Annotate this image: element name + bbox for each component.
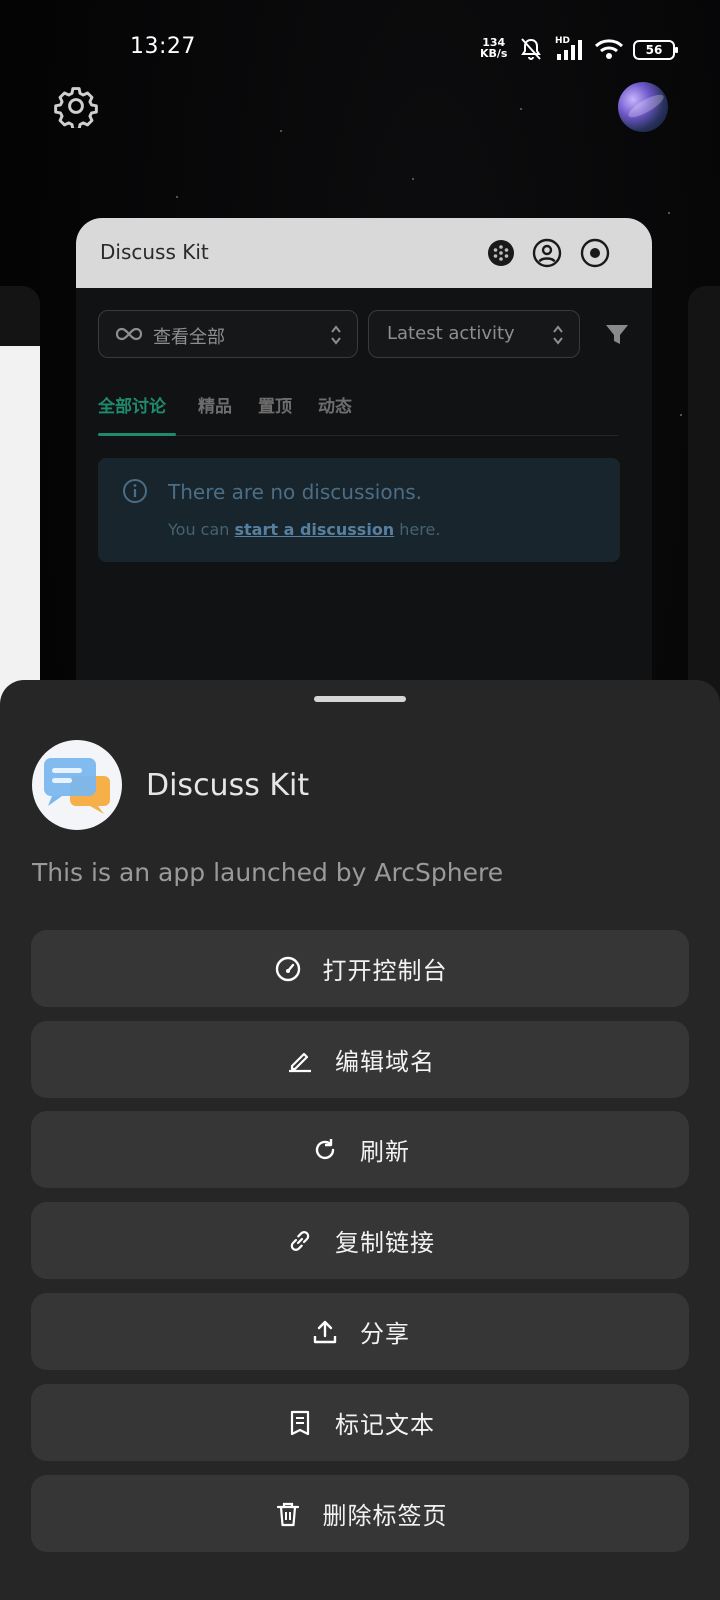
tab-all-discussions[interactable]: 全部讨论: [98, 392, 166, 417]
next-app-card[interactable]: [688, 286, 720, 706]
action-label: 复制链接: [335, 1229, 435, 1257]
action-label: 编辑域名: [335, 1048, 435, 1076]
refresh-button[interactable]: 刷新: [31, 1111, 689, 1188]
status-bar: 13:27 134 KB/s HD 56: [0, 28, 720, 72]
action-label: 刷新: [360, 1138, 410, 1166]
settings-gear-icon[interactable]: [54, 84, 98, 128]
sheet-app-name: Discuss Kit: [146, 768, 310, 803]
battery-level: 56: [645, 43, 663, 57]
action-label: 标记文本: [335, 1411, 435, 1439]
delete-tab-button[interactable]: 删除标签页: [31, 1475, 689, 1552]
record-icon[interactable]: [580, 238, 610, 268]
share-button[interactable]: 分享: [31, 1293, 689, 1370]
star-dot: [280, 130, 282, 132]
alert-text: You can start a discussion here.: [168, 520, 440, 539]
network-logo-icon[interactable]: [486, 238, 516, 268]
tab-featured[interactable]: 精品: [198, 392, 232, 417]
infinity-icon: [115, 327, 143, 341]
edit-domain-button[interactable]: 编辑域名: [31, 1021, 689, 1098]
sheet-app-description: This is an app launched by ArcSphere: [32, 858, 504, 887]
start-discussion-link[interactable]: start a discussion: [235, 520, 395, 539]
dashboard-icon: [273, 954, 303, 984]
mute-bell-icon: [521, 38, 541, 60]
trash-icon: [273, 1499, 303, 1529]
user-profile-icon[interactable]: [532, 238, 562, 268]
category-select-value: 查看全部: [153, 327, 225, 348]
edit-icon: [285, 1045, 315, 1075]
app-preview-card[interactable]: Discuss Kit 查看全部 Latest activity 全部讨论 精品…: [76, 218, 652, 718]
network-speed-unit: KB/s: [480, 47, 508, 60]
discussion-tabs: 全部讨论 精品 置顶 动态: [98, 392, 618, 436]
card-body: 查看全部 Latest activity 全部讨论 精品 置顶 动态 There…: [76, 288, 652, 718]
star-dot: [176, 196, 178, 198]
card-title: Discuss Kit: [100, 240, 209, 264]
user-avatar[interactable]: [618, 82, 668, 132]
empty-state-alert: There are no discussions. You can start …: [98, 458, 620, 562]
star-dot: [520, 108, 522, 110]
previous-app-content: [0, 346, 40, 706]
select-arrows-icon: [553, 325, 563, 345]
action-label: 删除标签页: [322, 1502, 448, 1530]
chat-bubbles-icon: [44, 758, 110, 814]
info-icon: [123, 479, 147, 503]
network-speed: 134 KB/s: [480, 37, 507, 59]
sort-select[interactable]: Latest activity: [368, 310, 580, 358]
previous-app-card[interactable]: [0, 286, 40, 706]
signal-icon: [557, 40, 582, 60]
open-console-button[interactable]: 打开控制台: [31, 930, 689, 1007]
mark-text-button[interactable]: 标记文本: [31, 1384, 689, 1461]
share-icon: [310, 1317, 340, 1347]
sheet-drag-handle[interactable]: [314, 696, 406, 702]
action-label: 分享: [360, 1320, 410, 1348]
alert-text-before: You can: [168, 520, 235, 539]
copy-link-button[interactable]: 复制链接: [31, 1202, 689, 1279]
star-dot: [680, 414, 682, 416]
refresh-icon: [310, 1135, 340, 1165]
alert-text-after: here.: [394, 520, 441, 539]
filter-icon[interactable]: [604, 322, 630, 348]
app-actions-sheet: Discuss Kit This is an app launched by A…: [0, 680, 720, 1600]
sort-select-value: Latest activity: [387, 323, 515, 344]
wifi-icon: [594, 39, 624, 59]
active-tab-indicator: [98, 433, 176, 436]
link-icon: [285, 1226, 315, 1256]
star-dot: [412, 178, 414, 180]
action-label: 打开控制台: [322, 957, 448, 985]
battery-indicator: 56: [633, 40, 678, 60]
note-icon: [285, 1408, 315, 1438]
tab-pinned[interactable]: 置顶: [258, 392, 292, 417]
app-icon: [32, 740, 122, 830]
alert-title: There are no discussions.: [168, 480, 423, 504]
tab-activity[interactable]: 动态: [318, 392, 352, 417]
card-header: Discuss Kit: [76, 218, 652, 288]
select-arrows-icon: [331, 325, 341, 345]
star-dot: [668, 212, 670, 214]
category-select[interactable]: 查看全部: [98, 310, 358, 358]
status-time: 13:27: [130, 34, 196, 59]
